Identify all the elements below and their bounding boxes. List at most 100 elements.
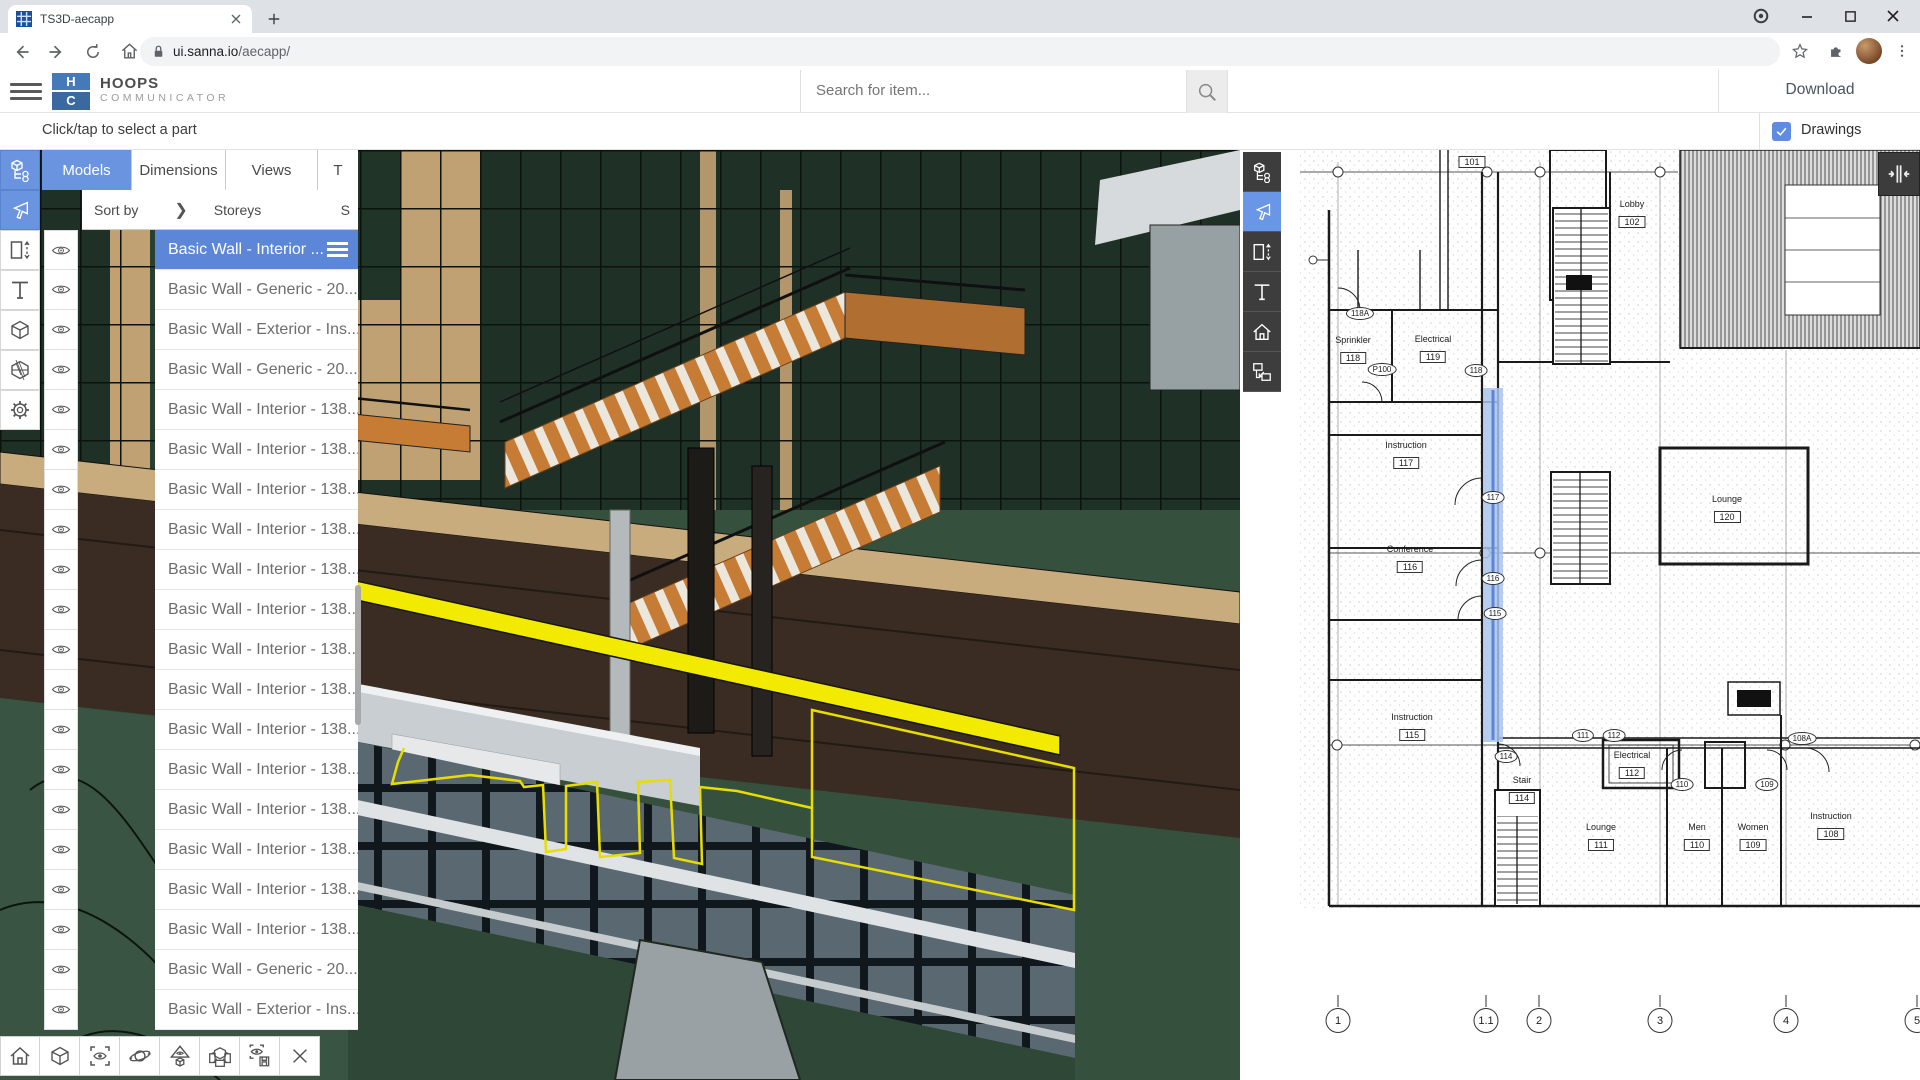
- model-list-item[interactable]: Basic Wall - Interior - 138...: [155, 630, 358, 670]
- drawing-home-tool[interactable]: [1243, 312, 1281, 352]
- visibility-eye-toggle[interactable]: [44, 550, 78, 590]
- model-list-item[interactable]: Basic Wall - Interior - 138...: [155, 470, 358, 510]
- orbit-button[interactable]: [120, 1036, 160, 1076]
- model-list-item[interactable]: Basic Wall - Interior - 138...: [155, 590, 358, 630]
- back-arrow-icon: [11, 42, 31, 62]
- panel-splitter-handle[interactable]: [1878, 152, 1920, 196]
- model-list-item[interactable]: Basic Wall - Generic - 20...: [155, 950, 358, 990]
- model-list-item[interactable]: Basic Wall - Interior - 138...: [155, 790, 358, 830]
- search-input[interactable]: [816, 82, 1176, 99]
- drawing-select-tool[interactable]: [1243, 192, 1281, 232]
- visibility-eye-toggle[interactable]: [44, 830, 78, 870]
- eye-icon: [51, 883, 71, 896]
- model-list-item-label: Basic Wall - Generic - 20...: [168, 961, 358, 979]
- tab-dimensions[interactable]: Dimensions: [132, 150, 226, 190]
- forward-button[interactable]: [42, 37, 72, 67]
- model-list-item[interactable]: Basic Wall - Interior - 138...: [155, 870, 358, 910]
- model-list-item-label: Basic Wall - Generic - 20...: [168, 361, 358, 379]
- visibility-eye-toggle[interactable]: [44, 910, 78, 950]
- visibility-eye-toggle[interactable]: [44, 430, 78, 470]
- tab-views[interactable]: Views: [226, 150, 318, 190]
- model-list-item[interactable]: Basic Wall - Interior - 138...: [155, 550, 358, 590]
- text-markup-tool[interactable]: [0, 270, 40, 310]
- model-tree-tool[interactable]: [0, 150, 40, 190]
- refresh-button[interactable]: [78, 37, 108, 67]
- list-scrollbar[interactable]: [355, 585, 361, 725]
- visibility-eye-toggle[interactable]: [44, 670, 78, 710]
- visibility-eye-toggle[interactable]: [44, 590, 78, 630]
- back-button[interactable]: [6, 37, 36, 67]
- tab-models[interactable]: Models: [42, 150, 132, 190]
- media-control-button[interactable]: [1748, 4, 1774, 28]
- minimize-icon: [1800, 9, 1814, 23]
- model-list-item[interactable]: Basic Wall - Interior - 138...: [155, 710, 358, 750]
- model-list-item[interactable]: Basic Wall - Exterior - Ins...: [155, 310, 358, 350]
- eye-icon: [51, 523, 71, 536]
- header-divider: [800, 70, 801, 113]
- close-toolbar-button[interactable]: [280, 1036, 320, 1076]
- extensions-button[interactable]: [1822, 37, 1850, 65]
- snapshot-button[interactable]: [240, 1036, 280, 1076]
- main-menu-button[interactable]: [10, 79, 42, 105]
- visibility-eye-toggle[interactable]: [44, 230, 78, 270]
- visibility-eye-toggle[interactable]: [44, 630, 78, 670]
- drawing-panel[interactable]: 101 Lobby102 Sprinkler118 Electrical119 …: [1240, 150, 1920, 1080]
- cube-view-button[interactable]: [40, 1036, 80, 1076]
- row-menu-icon[interactable]: [327, 239, 348, 261]
- drawing-measure-tool[interactable]: [1243, 232, 1281, 272]
- visibility-eye-toggle[interactable]: [44, 470, 78, 510]
- model-list-item[interactable]: Basic Wall - Interior - 138...: [155, 390, 358, 430]
- window-maximize-button[interactable]: [1837, 4, 1863, 28]
- home-view-button[interactable]: [0, 1036, 40, 1076]
- tab-close-icon[interactable]: [228, 11, 244, 27]
- settings-tool[interactable]: [0, 390, 40, 430]
- visibility-eye-toggle[interactable]: [44, 270, 78, 310]
- section-plane-tool[interactable]: [0, 350, 40, 390]
- model-list-item[interactable]: Basic Wall - Interior - 138...: [155, 830, 358, 870]
- drawing-sheets-tool[interactable]: [1243, 352, 1281, 392]
- tab-types-truncated[interactable]: T: [318, 150, 358, 190]
- measure-tool[interactable]: [0, 230, 40, 270]
- visibility-eye-toggle[interactable]: [44, 990, 78, 1030]
- browser-menu-button[interactable]: [1888, 37, 1916, 65]
- model-list-item[interactable]: Basic Wall - Generic - 20...: [155, 270, 358, 310]
- drawing-text-tool[interactable]: [1243, 272, 1281, 312]
- browser-tab[interactable]: TS3D-aecapp: [8, 5, 252, 33]
- new-tab-button[interactable]: [262, 8, 286, 30]
- camera-view-button[interactable]: [160, 1036, 200, 1076]
- visibility-eye-toggle[interactable]: [44, 750, 78, 790]
- text-icon: [8, 278, 32, 302]
- model-list-item[interactable]: Basic Wall - Exterior - Ins...: [155, 990, 358, 1030]
- drawing-model-tree-tool[interactable]: [1243, 152, 1281, 192]
- sort-by-value: Storeys: [214, 202, 261, 218]
- sort-by-row[interactable]: Sort by ❯ Storeys S: [82, 190, 358, 230]
- model-list-item[interactable]: Basic Wall - Interior - 138...: [155, 510, 358, 550]
- avatar[interactable]: [1856, 38, 1882, 64]
- brand-name: HOOPS: [100, 75, 159, 92]
- isolate-cube-tool[interactable]: [0, 310, 40, 350]
- visibility-eye-toggle[interactable]: [44, 870, 78, 910]
- visibility-eye-toggle[interactable]: [44, 790, 78, 830]
- model-list-item[interactable]: Basic Wall - Interior - 138...: [155, 430, 358, 470]
- bookmark-star-button[interactable]: [1786, 37, 1814, 65]
- model-list-item[interactable]: Basic Wall - Interior - 138...: [155, 750, 358, 790]
- model-list-item[interactable]: Basic Wall - Interior ...: [155, 230, 358, 270]
- model-list-item[interactable]: Basic Wall - Generic - 20...: [155, 350, 358, 390]
- visibility-eye-toggle[interactable]: [44, 390, 78, 430]
- search-button[interactable]: [1186, 70, 1228, 113]
- select-tool[interactable]: [0, 190, 40, 230]
- window-minimize-button[interactable]: [1794, 4, 1820, 28]
- visibility-eye-toggle[interactable]: [44, 710, 78, 750]
- download-button[interactable]: Download: [1735, 81, 1905, 99]
- explode-button[interactable]: [200, 1036, 240, 1076]
- visibility-eye-toggle[interactable]: [44, 510, 78, 550]
- drawings-checkbox[interactable]: [1772, 122, 1791, 141]
- visibility-eye-toggle[interactable]: [44, 350, 78, 390]
- visibility-eye-toggle[interactable]: [44, 310, 78, 350]
- fit-view-button[interactable]: [80, 1036, 120, 1076]
- model-list-item[interactable]: Basic Wall - Interior - 138...: [155, 910, 358, 950]
- model-list-item[interactable]: Basic Wall - Interior - 138...: [155, 670, 358, 710]
- address-bar[interactable]: ui.sanna.io/aecapp/: [140, 37, 1780, 66]
- window-close-button[interactable]: [1880, 4, 1906, 28]
- visibility-eye-toggle[interactable]: [44, 950, 78, 990]
